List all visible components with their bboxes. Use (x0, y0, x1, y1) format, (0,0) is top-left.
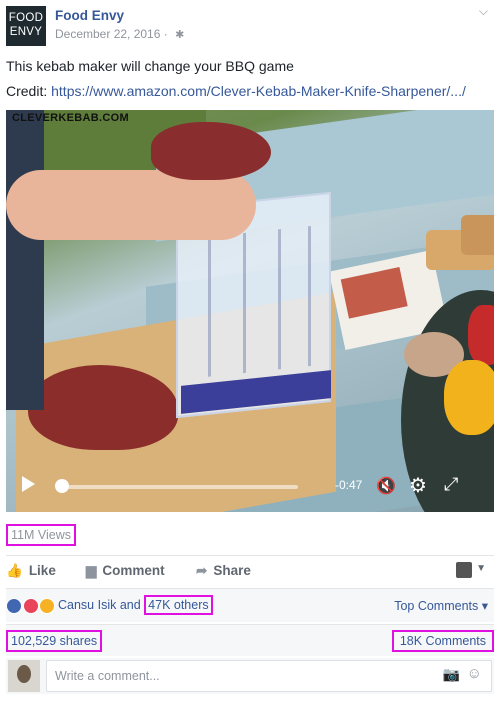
like-label: Like (28, 563, 56, 578)
scrubber-knob[interactable] (55, 479, 69, 493)
view-count: 11M Views (6, 524, 76, 546)
maker-slot (308, 225, 311, 367)
settings-gear-icon[interactable]: ⚙ (409, 473, 427, 498)
fullscreen-icon[interactable]: ⤢ (444, 474, 458, 495)
reaction-names: Cansu Isik and (58, 598, 145, 612)
user-avatar (8, 660, 40, 692)
shares-count[interactable]: 102,529 shares (6, 630, 103, 652)
video-arm (6, 170, 256, 240)
comment-composer: Write a comment... 📷 ☺ (6, 658, 494, 694)
comment-label: Comment (102, 563, 165, 578)
post-credit: Credit: https://www.amazon.com/Clever-Ke… (6, 83, 494, 99)
video-meat (28, 365, 178, 450)
shares-row: 102,529 shares 18K Comments (6, 624, 494, 656)
post-date-text: December 22, 2016 · (55, 27, 168, 41)
maker-slot (243, 232, 246, 374)
video-meat (151, 122, 271, 180)
video-controls: -0:47 🔇 ⚙ ⤢ (6, 462, 494, 512)
video-bread (461, 215, 494, 255)
reaction-icons[interactable] (6, 598, 56, 617)
video-magazine-picture (340, 267, 408, 319)
user-avatar-face (17, 665, 31, 683)
share-label: Share (213, 563, 251, 578)
posting-as-avatar[interactable] (456, 562, 472, 578)
page-name-link[interactable]: Food Envy (55, 8, 124, 23)
video-player[interactable]: CLEVERKEBAB.COM -0:47 🔇 ⚙ ⤢ (6, 110, 494, 512)
audience-gear-icon: ✱ (175, 29, 185, 41)
post-action-bar: 👍 Like ▆ Comment ➦ Share ▼ (6, 555, 494, 585)
logo-line-1: FOOD (8, 12, 44, 24)
post-timestamp[interactable]: December 22, 2016 · ✱ (55, 27, 184, 41)
post-header: FOOD ENVY Food Envy December 22, 2016 · … (0, 0, 500, 50)
thumbs-up-icon: 👍 (6, 563, 23, 578)
play-icon[interactable] (22, 476, 35, 492)
share-button[interactable]: ➦ Share (196, 563, 251, 579)
video-scrubber[interactable] (58, 485, 298, 489)
page-avatar[interactable]: FOOD ENVY (6, 6, 46, 46)
video-yellow-pepper (444, 360, 494, 435)
chevron-down-icon[interactable]: ▼ (476, 563, 486, 574)
top-comments-dropdown[interactable]: Top Comments ▾ (394, 598, 488, 613)
post-options-chevron-icon[interactable]: ⌵ (479, 4, 488, 19)
video-watermark: CLEVERKEBAB.COM (12, 112, 129, 124)
comment-button[interactable]: ▆ Comment (86, 563, 165, 579)
share-arrow-icon: ➦ (196, 563, 208, 578)
like-reaction-icon (6, 598, 22, 614)
speech-bubble-icon: ▆ (86, 563, 97, 578)
love-reaction-icon (22, 598, 39, 614)
maker-slot (208, 236, 211, 377)
maker-slot (278, 229, 281, 370)
emoji-icon[interactable]: ☺ (467, 665, 482, 682)
video-shirt (6, 110, 44, 410)
comments-count[interactable]: 18K Comments (391, 630, 494, 652)
credit-label: Credit: (6, 83, 52, 99)
credit-link[interactable]: https://www.amazon.com/Clever-Kebab-Make… (51, 83, 466, 99)
reaction-others-count[interactable]: 47K others (144, 595, 213, 615)
comment-input[interactable]: Write a comment... (46, 660, 492, 692)
reactions-row: Cansu Isik and 47K others Top Comments ▾ (6, 588, 494, 622)
camera-icon[interactable]: 📷 (443, 666, 460, 683)
time-remaining: -0:47 (335, 478, 363, 492)
reaction-summary[interactable]: Cansu Isik and 47K others (58, 595, 213, 615)
video-red-pepper (468, 305, 494, 365)
post-message: This kebab maker will change your BBQ ga… (6, 58, 294, 74)
wow-reaction-icon (39, 598, 56, 614)
logo-line-2: ENVY (9, 26, 43, 38)
like-button[interactable]: 👍 Like (6, 563, 56, 579)
mute-icon[interactable]: 🔇 (376, 476, 396, 496)
